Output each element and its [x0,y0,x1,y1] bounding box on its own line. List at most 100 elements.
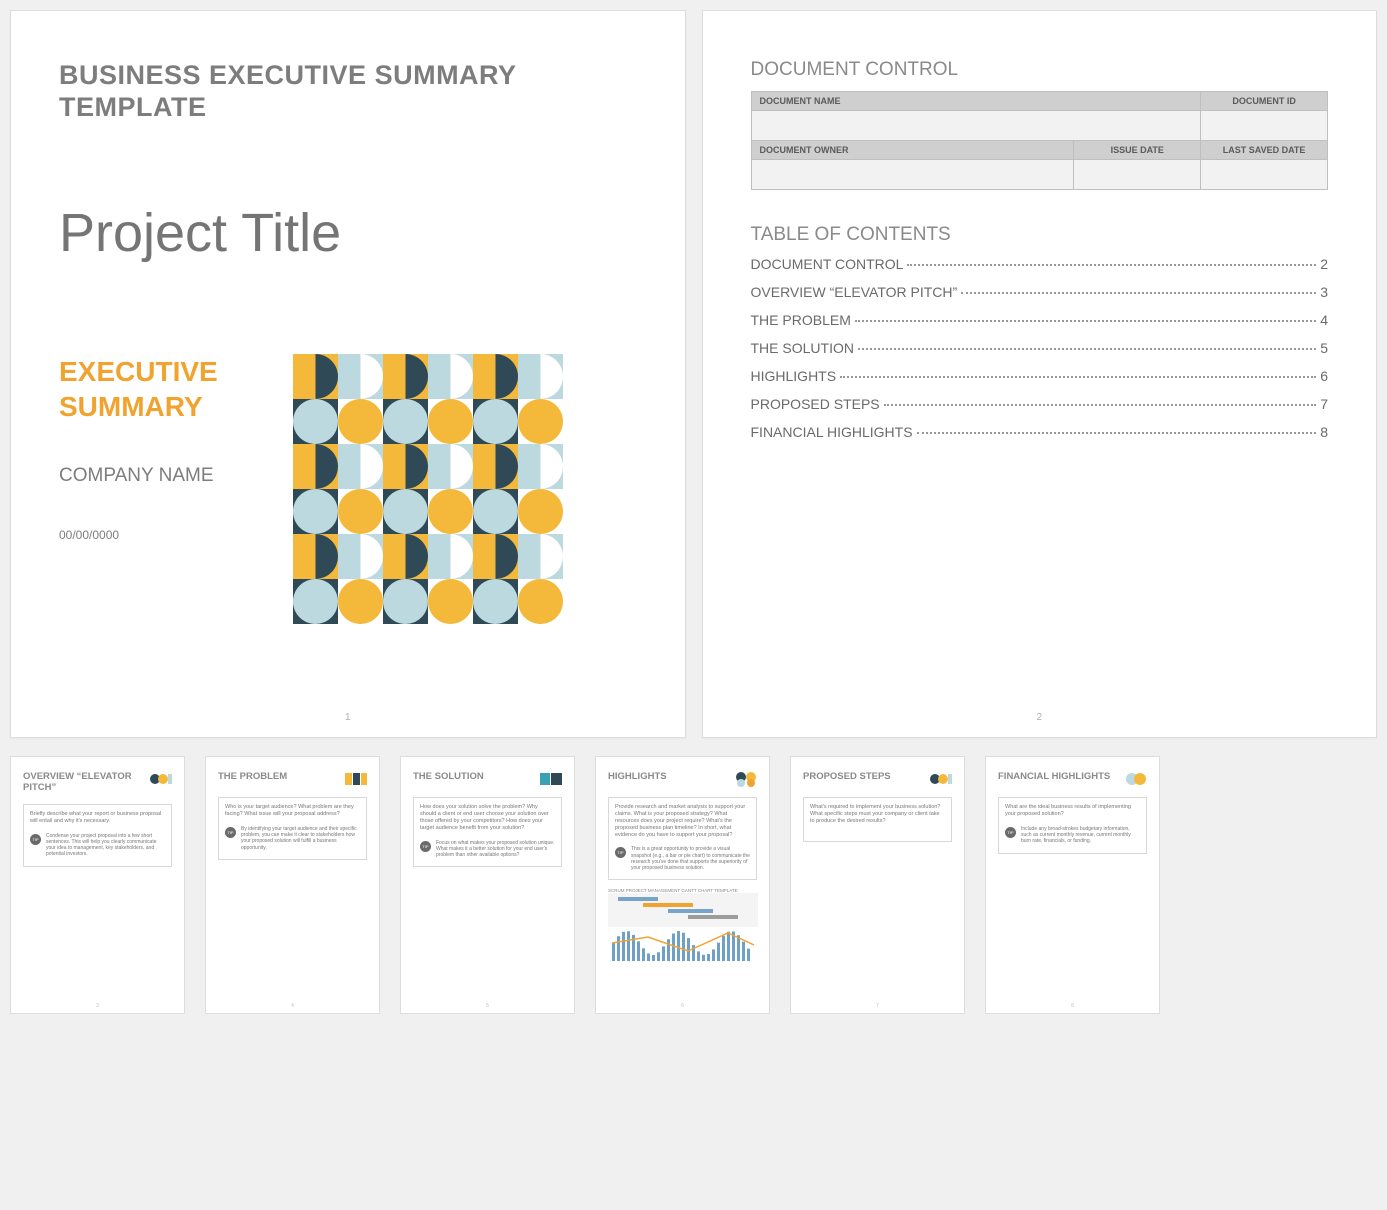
toc-dots [884,404,1317,406]
section-icon [735,771,757,787]
toc-dots [858,348,1316,350]
tip-badge-icon: TIP [1005,827,1016,838]
toc-entry-label: FINANCIAL HIGHLIGHTS [751,424,913,440]
toc-heading: TABLE OF CONTENTS [751,224,1329,246]
thumbnail-title: PROPOSED STEPS [803,771,891,782]
page-number: 2 [703,712,1377,723]
toc-entry-label: HIGHLIGHTS [751,368,837,384]
thumbnail-question: How does your solution solve the problem… [420,804,555,832]
cover-lower-left: EXECUTIVE SUMMARY COMPANY NAME 00/00/000… [59,354,259,624]
toc-entry-page: 6 [1320,368,1328,384]
page-1: BUSINESS EXECUTIVE SUMMARY TEMPLATE Proj… [10,10,686,738]
tip-badge-icon: TIP [420,841,431,852]
toc-entry: HIGHLIGHTS 6 [751,368,1329,384]
tip-text: Focus on what makes your proposed soluti… [436,840,555,859]
cover-lower-row: EXECUTIVE SUMMARY COMPANY NAME 00/00/000… [59,354,637,624]
th-saved-date: LAST SAVED DATE [1201,141,1328,160]
tip-badge-icon: TIP [615,847,626,858]
section-icon [150,771,172,787]
tip-badge-icon: TIP [30,834,41,845]
thumbnail-page-number: 3 [11,1003,184,1009]
thumbnail-page[interactable]: OVERVIEW “ELEVATOR PITCH” Briefly describ… [10,756,185,1014]
section-icon [540,771,562,787]
project-title: Project Title [59,202,637,264]
section-icon [1125,771,1147,787]
toc-dots [917,432,1317,434]
thumbnail-title: HIGHLIGHTS [608,771,667,782]
toc-entry: THE SOLUTION 5 [751,340,1329,356]
thumbnail-page[interactable]: THE PROBLEM Who is your target audience? … [205,756,380,1014]
toc-list: DOCUMENT CONTROL 2 OVERVIEW “ELEVATOR PIT… [751,256,1329,440]
toc-entry: THE PROBLEM 4 [751,312,1329,328]
td-doc-name [751,111,1201,141]
th-doc-owner: DOCUMENT OWNER [751,141,1074,160]
gantt-chart-thumbnail-icon [608,893,757,968]
geometric-pattern-icon [293,354,563,624]
thumbnail-header: OVERVIEW “ELEVATOR PITCH” [23,771,172,794]
cover-graphic [293,354,563,624]
tip-row: TIP By identifying your target audience a… [225,826,360,851]
section-icon [930,771,952,787]
thumbnail-page[interactable]: FINANCIAL HIGHLIGHTS What are the ideal b… [985,756,1160,1014]
template-title: BUSINESS EXECUTIVE SUMMARY TEMPLATE [59,59,637,124]
toc-dots [855,320,1316,322]
thumbnail-title: THE PROBLEM [218,771,287,782]
thumbnail-header: THE SOLUTION [413,771,562,787]
thumbnail-page-number: 6 [596,1003,769,1009]
thumbnail-page[interactable]: HIGHLIGHTS Provide research and market an… [595,756,770,1014]
tip-row: TIP Condense your project proposal into a… [30,833,165,858]
td-saved-date [1201,160,1328,190]
tip-row: TIP Focus on what makes your proposed sol… [420,840,555,859]
th-issue-date: ISSUE DATE [1074,141,1201,160]
toc-entry: OVERVIEW “ELEVATOR PITCH” 3 [751,284,1329,300]
document-control-heading: DOCUMENT CONTROL [751,59,1329,81]
toc-entry-label: DOCUMENT CONTROL [751,256,904,272]
thumbnail-page[interactable]: PROPOSED STEPS What's required to impleme… [790,756,965,1014]
th-doc-name: DOCUMENT NAME [751,92,1201,111]
thumbnail-body: Who is your target audience? What proble… [218,797,367,860]
thumbnail-title: THE SOLUTION [413,771,484,782]
main-pages-row: BUSINESS EXECUTIVE SUMMARY TEMPLATE Proj… [10,10,1377,738]
tip-text: This is a great opportunity to provide a… [631,846,750,871]
toc-entry: DOCUMENT CONTROL 2 [751,256,1329,272]
tip-text: Condense your project proposal into a fe… [46,833,165,858]
thumbnail-header: PROPOSED STEPS [803,771,952,787]
toc-entry: FINANCIAL HIGHLIGHTS 8 [751,424,1329,440]
thumbnail-page-number: 4 [206,1003,379,1009]
tip-row: TIPInclude any broad-strokes budgetary i… [1005,826,1140,845]
toc-entry-label: THE PROBLEM [751,312,851,328]
toc-entry-page: 8 [1320,424,1328,440]
tip-badge-icon: TIP [225,827,236,838]
thumbnail-page-number: 5 [401,1003,574,1009]
thumbnail-body: What's required to implement your busine… [803,797,952,842]
tip-text: By identifying your target audience and … [241,826,360,851]
thumbnail-body: How does your solution solve the problem… [413,797,562,867]
company-name: COMPANY NAME [59,464,259,489]
thumbnail-question: What are the ideal business results of i… [1005,804,1140,818]
toc-entry-page: 2 [1320,256,1328,272]
thumbnail-body: What are the ideal business results of i… [998,797,1147,854]
thumbnail-question: Provide research and market analysis to … [615,804,750,838]
toc-dots [840,376,1316,378]
page-2: DOCUMENT CONTROL DOCUMENT NAME DOCUMENT … [702,10,1378,738]
thumbnail-page-number: 8 [986,1003,1159,1009]
toc-entry-page: 4 [1320,312,1328,328]
thumbnail-question: Briefly describe what your report or bus… [30,811,165,825]
thumbnail-title: FINANCIAL HIGHLIGHTS [998,771,1110,782]
document-preview-viewport: BUSINESS EXECUTIVE SUMMARY TEMPLATE Proj… [10,10,1377,1014]
toc-entry-label: THE SOLUTION [751,340,854,356]
thumbnail-body: Briefly describe what your report or bus… [23,804,172,867]
toc-entry-page: 3 [1320,284,1328,300]
toc-entry-label: PROPOSED STEPS [751,396,880,412]
thumbnail-question: What's required to implement your busine… [810,804,945,825]
document-control-table: DOCUMENT NAME DOCUMENT ID DOCUMENT OWNER… [751,91,1329,190]
thumbnail-question: Who is your target audience? What proble… [225,804,360,818]
thumbnail-title: OVERVIEW “ELEVATOR PITCH” [23,771,146,794]
toc-dots [961,292,1316,294]
toc-entry-page: 7 [1320,396,1328,412]
thumbnail-page[interactable]: THE SOLUTION How does your solution solve… [400,756,575,1014]
td-doc-id [1201,111,1328,141]
thumbnail-header: THE PROBLEM [218,771,367,787]
toc-entry-label: OVERVIEW “ELEVATOR PITCH” [751,284,958,300]
thumbnail-body: Provide research and market analysis to … [608,797,757,880]
